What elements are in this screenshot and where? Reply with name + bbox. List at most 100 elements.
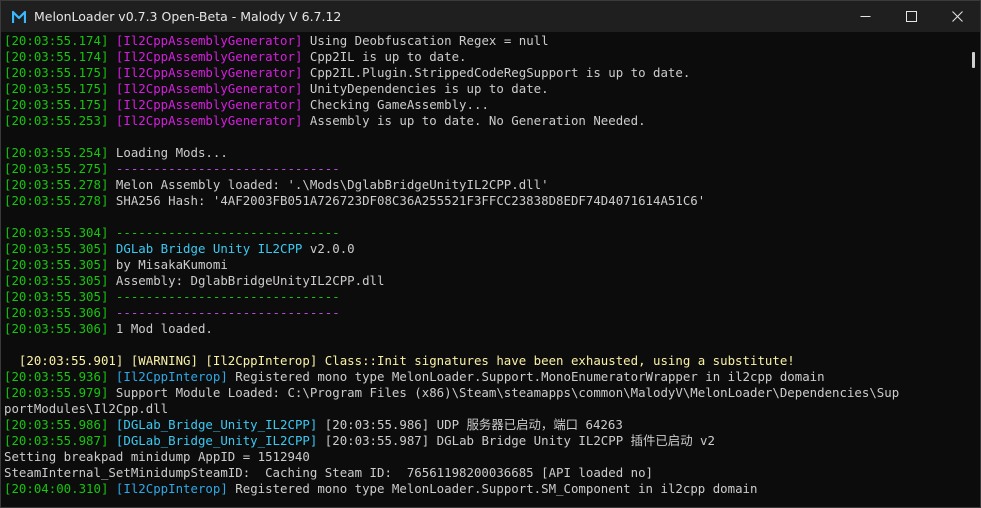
log-message: by MisakaKumomi (108, 257, 228, 272)
log-source-tag: [Il2CppAssemblyGenerator] (115, 33, 303, 48)
warning-message: [20:03:55.901] [WARNING] [Il2CppInterop]… (4, 353, 795, 368)
log-line: [20:03:55.305] Assembly: DglabBridgeUnit… (4, 273, 966, 289)
log-timestamp: [20:03:55.175] (4, 97, 109, 112)
mod-version: v2.0.0 (302, 241, 355, 256)
minimize-button[interactable] (842, 1, 888, 32)
log-message: portModules\Il2Cpp.dll (4, 401, 169, 416)
melonloader-logo-icon (12, 10, 26, 23)
log-timestamp: [20:03:55.305] (4, 241, 109, 256)
log-line: [20:03:55.979] Support Module Loaded: C:… (4, 385, 966, 401)
melonloader-console-window: MelonLoader v0.7.3 Open-Beta - Malody V … (0, 0, 981, 508)
log-line: [20:03:55.175] [Il2CppAssemblyGenerator]… (4, 65, 966, 81)
log-timestamp: [20:03:55.987] (4, 433, 109, 448)
log-line: portModules\Il2Cpp.dll (4, 401, 966, 417)
log-timestamp: [20:03:55.253] (4, 113, 109, 128)
mod-name: DGLab Bridge Unity IL2CPP (108, 241, 303, 256)
log-timestamp: [20:03:55.175] (4, 81, 109, 96)
log-separator: ------------------------------ (108, 305, 340, 320)
console-output[interactable]: [20:03:55.174] [Il2CppAssemblyGenerator]… (1, 32, 966, 507)
log-message: SteamInternal_SetMinidumpSteamID: Cachin… (4, 465, 654, 480)
log-timestamp: [20:03:55.304] (4, 225, 109, 240)
minimize-icon (860, 16, 870, 17)
log-line: [20:03:55.175] [Il2CppAssemblyGenerator]… (4, 97, 966, 113)
log-message: Support Module Loaded: C:\Program Files … (108, 385, 900, 400)
log-timestamp: [20:03:55.306] (4, 321, 109, 336)
log-timestamp: [20:03:55.278] (4, 177, 109, 192)
log-line: [20:04:00.310] [Il2CppInterop] Registere… (4, 481, 966, 497)
log-line: [20:03:55.986] [DGLab_Bridge_Unity_IL2CP… (4, 417, 966, 433)
close-icon (951, 11, 963, 22)
vertical-scrollbar[interactable] (966, 32, 980, 507)
log-message: SHA256 Hash: '4AF2003FB051A726723DF08C36… (108, 193, 706, 208)
log-line: SteamInternal_SetMinidumpSteamID: Cachin… (4, 465, 966, 481)
log-source-tag: [Il2CppAssemblyGenerator] (115, 49, 303, 64)
log-line: [20:03:55.254] Loading Mods... (4, 145, 966, 161)
log-separator: ------------------------------ (108, 161, 340, 176)
log-line: [20:03:55.304] -------------------------… (4, 225, 966, 241)
log-timestamp: [20:03:55.936] (4, 369, 109, 384)
log-message: Registered mono type MelonLoader.Support… (227, 369, 825, 384)
log-timestamp: [20:03:55.275] (4, 161, 109, 176)
log-source-tag: [Il2CppInterop] (115, 481, 228, 496)
log-timestamp: [20:03:55.986] (4, 417, 109, 432)
log-line: [20:03:55.306] 1 Mod loaded. (4, 321, 966, 337)
log-message: Cpp2IL is up to date. (302, 49, 467, 64)
log-message: UnityDependencies is up to date. (302, 81, 549, 96)
log-message: Melon Assembly loaded: '.\Mods\DglabBrid… (108, 177, 549, 192)
log-timestamp: [20:03:55.305] (4, 257, 109, 272)
log-line: Setting breakpad minidump AppID = 151294… (4, 449, 966, 465)
log-line: [20:03:55.175] [Il2CppAssemblyGenerator]… (4, 81, 966, 97)
log-timestamp: [20:03:55.979] (4, 385, 109, 400)
log-timestamp: [20:04:00.310] (4, 481, 109, 496)
log-timestamp: [20:03:55.254] (4, 145, 109, 160)
log-separator: ------------------------------ (108, 289, 340, 304)
log-timestamp: [20:03:55.175] (4, 65, 109, 80)
maximize-button[interactable] (888, 1, 934, 32)
log-message: Cpp2IL.Plugin.StrippedCodeRegSupport is … (302, 65, 691, 80)
log-line: [20:03:55.174] [Il2CppAssemblyGenerator]… (4, 49, 966, 65)
log-line: [20:03:55.253] [Il2CppAssemblyGenerator]… (4, 113, 966, 129)
log-line: [20:03:55.278] Melon Assembly loaded: '.… (4, 177, 966, 193)
log-timestamp: [20:03:55.278] (4, 193, 109, 208)
log-message: Setting breakpad minidump AppID = 151294… (4, 449, 310, 464)
scrollbar-thumb[interactable] (972, 52, 975, 68)
log-message: Assembly is up to date. No Generation Ne… (302, 113, 646, 128)
log-line: [20:03:55.305] -------------------------… (4, 289, 966, 305)
log-line: [20:03:55.305] by MisakaKumomi (4, 257, 966, 273)
log-source-tag: [Il2CppAssemblyGenerator] (115, 81, 303, 96)
log-line: [20:03:55.174] [Il2CppAssemblyGenerator]… (4, 33, 966, 49)
log-line: [20:03:55.306] -------------------------… (4, 305, 966, 321)
title-bar[interactable]: MelonLoader v0.7.3 Open-Beta - Malody V … (1, 1, 980, 32)
log-message: Assembly: DglabBridgeUnityIL2CPP.dll (108, 273, 385, 288)
log-timestamp: [20:03:55.306] (4, 305, 109, 320)
log-line: [20:03:55.278] SHA256 Hash: '4AF2003FB05… (4, 193, 966, 209)
log-source-tag: [DGLab_Bridge_Unity_IL2CPP] (115, 417, 318, 432)
log-line: [20:03:55.305] DGLab Bridge Unity IL2CPP… (4, 241, 966, 257)
log-source-tag: [Il2CppAssemblyGenerator] (115, 97, 303, 112)
log-timestamp: [20:03:55.174] (4, 33, 109, 48)
log-source-tag: [Il2CppInterop] (115, 369, 228, 384)
log-source-tag: [Il2CppAssemblyGenerator] (115, 65, 303, 80)
log-source-tag: [DGLab_Bridge_Unity_IL2CPP] (115, 433, 318, 448)
log-message: Using Deobfuscation Regex = null (302, 33, 549, 48)
log-message: Loading Mods... (108, 145, 228, 160)
log-line: [20:03:55.936] [Il2CppInterop] Registere… (4, 369, 966, 385)
log-message: Checking GameAssembly... (302, 97, 489, 112)
log-message: [20:03:55.987] DGLab Bridge Unity IL2CPP… (317, 433, 715, 448)
log-line: [20:03:55.275] -------------------------… (4, 161, 966, 177)
log-timestamp: [20:03:55.305] (4, 273, 109, 288)
log-message: 1 Mod loaded. (108, 321, 213, 336)
log-timestamp: [20:03:55.305] (4, 289, 109, 304)
log-separator: ------------------------------ (108, 225, 340, 240)
log-line: [20:03:55.901] [WARNING] [Il2CppInterop]… (4, 353, 966, 369)
log-timestamp: [20:03:55.174] (4, 49, 109, 64)
window-title: MelonLoader v0.7.3 Open-Beta - Malody V … (34, 9, 342, 24)
log-source-tag: [Il2CppAssemblyGenerator] (115, 113, 303, 128)
log-message: [20:03:55.986] UDP 服务器已启动，端口 64263 (317, 417, 623, 432)
close-button[interactable] (934, 1, 980, 32)
maximize-icon (905, 11, 917, 22)
log-line: [20:03:55.987] [DGLab_Bridge_Unity_IL2CP… (4, 433, 966, 449)
